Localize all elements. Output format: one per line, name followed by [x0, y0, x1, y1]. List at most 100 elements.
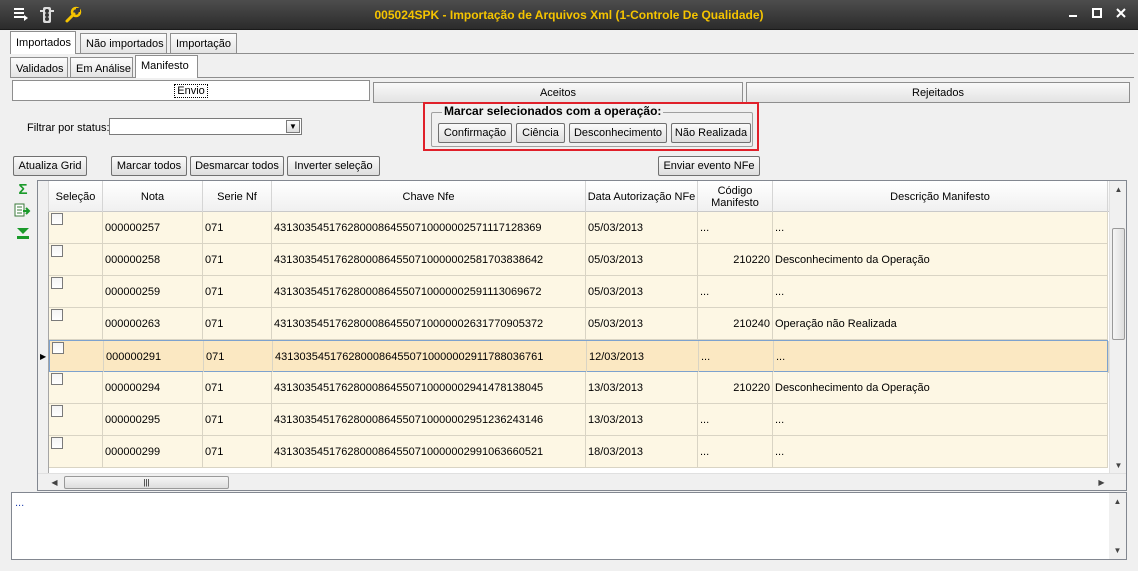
cell-chave: 4313035451762800086455071000000257111712… — [272, 212, 586, 244]
row-checkbox[interactable] — [51, 373, 63, 385]
tab-label: Rejeitados — [912, 87, 964, 99]
vertical-scrollbar[interactable]: ▲ ▼ — [1109, 181, 1126, 474]
scroll-right-icon[interactable]: ▶ — [1093, 474, 1110, 490]
desconhecimento-button[interactable]: Desconhecimento — [569, 123, 667, 143]
row-checkbox[interactable] — [51, 277, 63, 289]
scroll-down-icon[interactable]: ▼ — [1110, 457, 1126, 474]
row-checkbox[interactable] — [51, 213, 63, 225]
table-row[interactable]: 000000299 071 4313035451762800086455071000… — [49, 436, 1108, 468]
cell-codigo: ... — [699, 341, 774, 373]
scroll-up-icon[interactable]: ▲ — [1109, 493, 1126, 510]
tab-nao-importados[interactable]: Não importados — [80, 33, 167, 53]
table-row[interactable]: 000000258 071 4313035451762800086455071000… — [49, 244, 1108, 276]
scroll-thumb[interactable] — [1112, 228, 1125, 340]
scroll-thumb[interactable]: ||| — [64, 476, 229, 489]
table-row[interactable]: 000000257 071 4313035451762800086455071000… — [49, 212, 1108, 244]
col-descricao[interactable]: Descrição Manifesto — [773, 181, 1108, 212]
mark-all-button[interactable]: Marcar todos — [111, 156, 187, 176]
tab-validados[interactable]: Validados — [10, 57, 68, 77]
status-filter-select[interactable]: ▼ — [109, 118, 302, 135]
tab-label: Não importados — [86, 38, 164, 50]
selection-cell[interactable] — [49, 276, 103, 308]
close-button[interactable] — [1112, 7, 1130, 23]
cell-nota: 000000291 — [104, 341, 204, 373]
horizontal-scrollbar[interactable]: ◀ ||| ▶ — [38, 473, 1126, 490]
tab-envio[interactable]: Envio — [12, 80, 370, 101]
cell-nota: 000000263 — [103, 308, 203, 340]
col-serie[interactable]: Serie Nf — [203, 181, 272, 212]
memo-scrollbar[interactable]: ▲ ▼ — [1109, 493, 1126, 559]
col-nota[interactable]: Nota — [103, 181, 203, 212]
confirmacao-button[interactable]: Confirmação — [438, 123, 512, 143]
table-row[interactable]: 000000263 071 4313035451762800086455071000… — [49, 308, 1108, 340]
grid-header: Seleção Nota Serie Nf Chave Nfe Data Aut… — [38, 181, 1126, 212]
minimize-button[interactable] — [1064, 7, 1082, 23]
nao-realizada-button[interactable]: Não Realizada — [671, 123, 751, 143]
scroll-up-icon[interactable]: ▲ — [1110, 181, 1126, 198]
row-checkbox[interactable] — [52, 342, 64, 354]
tab-rejeitados[interactable]: Rejeitados — [746, 82, 1130, 103]
cell-serie: 071 — [203, 212, 272, 244]
row-checkbox[interactable] — [51, 309, 63, 321]
col-selecao[interactable]: Seleção — [49, 181, 103, 212]
selection-cell[interactable] — [49, 244, 103, 276]
cell-chave: 4313035451762800086455071000000263177090… — [272, 308, 586, 340]
selection-cell[interactable] — [49, 308, 103, 340]
tab-aceitos[interactable]: Aceitos — [373, 82, 743, 103]
tab-importados[interactable]: Importados — [10, 31, 76, 54]
cell-data: 05/03/2013 — [586, 244, 698, 276]
export-icon[interactable] — [14, 203, 32, 219]
col-chave[interactable]: Chave Nfe — [272, 181, 586, 212]
selection-cell[interactable] — [50, 341, 104, 373]
cell-serie: 071 — [203, 308, 272, 340]
tab-label: Importação — [176, 38, 232, 50]
cell-codigo: 210220 — [698, 244, 773, 276]
cell-codigo: ... — [698, 276, 773, 308]
invert-selection-button[interactable]: Inverter seleção — [287, 156, 380, 176]
sum-icon[interactable]: Σ — [14, 182, 32, 198]
scroll-down-icon[interactable]: ▼ — [1109, 542, 1126, 559]
operation-group-title: Marcar selecionados com a operação: — [442, 104, 664, 118]
cell-descricao: Desconhecimento da Operação — [773, 372, 1108, 404]
collapse-icon[interactable] — [14, 226, 32, 242]
memo-text: ... — [15, 497, 25, 509]
table-row[interactable]: 000000259 071 4313035451762800086455071000… — [49, 276, 1108, 308]
chevron-down-icon[interactable]: ▼ — [286, 120, 300, 133]
cell-chave: 4313035451762800086455071000000299106366… — [272, 436, 586, 468]
selection-cell[interactable] — [49, 212, 103, 244]
table-row[interactable]: 000000291 071 4313035451762800086455071000… — [49, 340, 1109, 373]
row-checkbox[interactable] — [51, 437, 63, 449]
scroll-left-icon[interactable]: ◀ — [46, 474, 63, 490]
cell-descricao: ... — [773, 436, 1108, 468]
row-checkbox[interactable] — [51, 245, 63, 257]
cell-nota: 000000259 — [103, 276, 203, 308]
cell-codigo: ... — [698, 436, 773, 468]
table-row[interactable]: 000000294 071 4313035451762800086455071000… — [49, 372, 1108, 404]
cell-serie: 071 — [203, 372, 272, 404]
refresh-grid-button[interactable]: Atualiza Grid — [13, 156, 87, 176]
unmark-all-button[interactable]: Desmarcar todos — [190, 156, 284, 176]
title-bar: 005024SPK - Importação de Arquivos Xml (… — [0, 0, 1138, 30]
table-row[interactable]: 000000295 071 4313035451762800086455071000… — [49, 404, 1108, 436]
cell-serie: 071 — [203, 436, 272, 468]
selection-cell[interactable] — [49, 404, 103, 436]
row-checkbox[interactable] — [51, 405, 63, 417]
tab-em-analise[interactable]: Em Análise — [70, 57, 133, 77]
ciencia-button[interactable]: Ciência — [516, 123, 565, 143]
tab-panel-border — [10, 53, 1134, 54]
row-indicator-column — [38, 212, 49, 474]
manifest-grid[interactable]: Seleção Nota Serie Nf Chave Nfe Data Aut… — [37, 180, 1127, 491]
cell-descricao: Operação não Realizada — [773, 308, 1108, 340]
col-codigo[interactable]: Código Manifesto — [698, 181, 773, 212]
log-memo[interactable]: ... ▲ ▼ — [11, 492, 1127, 560]
tab-label: Importados — [16, 37, 72, 49]
tab-importacao[interactable]: Importação — [170, 33, 237, 53]
tab-manifesto[interactable]: Manifesto — [135, 55, 198, 78]
tab-label: Aceitos — [539, 87, 577, 99]
send-nfe-event-button[interactable]: Enviar evento NFe — [658, 156, 760, 176]
maximize-button[interactable] — [1088, 7, 1106, 23]
selection-cell[interactable] — [49, 436, 103, 468]
cell-codigo: ... — [698, 212, 773, 244]
col-data[interactable]: Data Autorização NFe — [586, 181, 698, 212]
selection-cell[interactable] — [49, 372, 103, 404]
